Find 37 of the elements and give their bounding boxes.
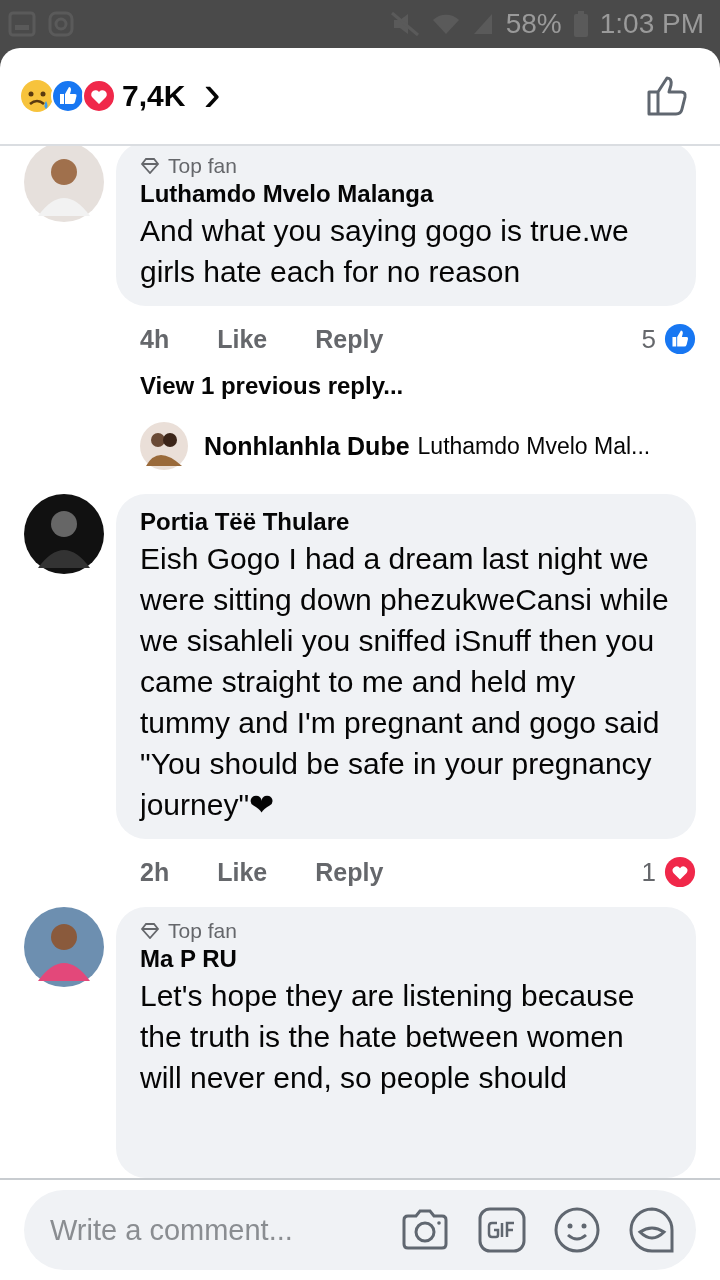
sticker-icon[interactable] bbox=[628, 1206, 676, 1254]
comment-author[interactable]: Luthamdo Mvelo Malanga bbox=[140, 180, 672, 208]
like-link[interactable]: Like bbox=[177, 324, 268, 354]
avatar[interactable] bbox=[140, 422, 188, 470]
reply-link[interactable]: Reply bbox=[275, 324, 384, 354]
comment-text: Let's hope they are listening because the truth is the hate between women will never end, so people should bbox=[140, 978, 636, 1096]
chevron-icon[interactable]: › bbox=[203, 67, 221, 119]
top-fan-label: Top fan bbox=[168, 919, 237, 943]
comment-author[interactable]: Portia Tëë Thulare bbox=[140, 508, 672, 536]
comment-author[interactable]: Ma P RU bbox=[140, 945, 672, 973]
diamond-icon bbox=[140, 158, 160, 174]
reply-text: Luthamdo Mvelo Mal... bbox=[417, 432, 651, 460]
reply-link[interactable]: Reply bbox=[275, 857, 384, 887]
diamond-icon bbox=[140, 923, 160, 939]
like-reaction-icon bbox=[51, 79, 85, 113]
camera-icon[interactable] bbox=[400, 1208, 450, 1252]
like-link[interactable]: Like bbox=[177, 857, 268, 887]
gif-icon[interactable] bbox=[478, 1207, 526, 1253]
reaction-total: 5 bbox=[641, 323, 656, 355]
like-reaction-icon bbox=[664, 323, 696, 355]
heart-reaction-icon bbox=[664, 856, 696, 888]
avatar[interactable] bbox=[24, 494, 104, 574]
clock: 1:03 PM bbox=[599, 8, 704, 40]
like-icon[interactable] bbox=[646, 75, 690, 117]
comment-text: Eish Gogo I had a dream last night we were sitting down phezukweCansi while we sisahleli you sniffed iSnuff then you came straight to me and held my tummy and I'm pregnant and gogo said "You should be safe in your pregnancy journey"❤ bbox=[140, 541, 670, 823]
battery-percentage: 58% bbox=[505, 8, 562, 40]
comment-time: 4h bbox=[140, 324, 170, 354]
comment-text: And what you saying gogo is true.we girls hate each for no reason bbox=[140, 213, 630, 290]
reply-author[interactable]: Nonhlanhla Dube bbox=[204, 431, 410, 461]
comment-time: 2h bbox=[140, 857, 170, 887]
reaction-total: 1 bbox=[641, 856, 656, 888]
sad-emoji-icon bbox=[20, 79, 54, 113]
reaction-count[interactable]: 7,4K bbox=[122, 79, 186, 113]
heart-reaction-icon bbox=[82, 79, 116, 113]
view-replies-link[interactable]: View 1 previous reply... bbox=[116, 372, 404, 400]
top-fan-label: Top fan bbox=[168, 154, 237, 178]
emoji-icon[interactable] bbox=[554, 1207, 600, 1253]
